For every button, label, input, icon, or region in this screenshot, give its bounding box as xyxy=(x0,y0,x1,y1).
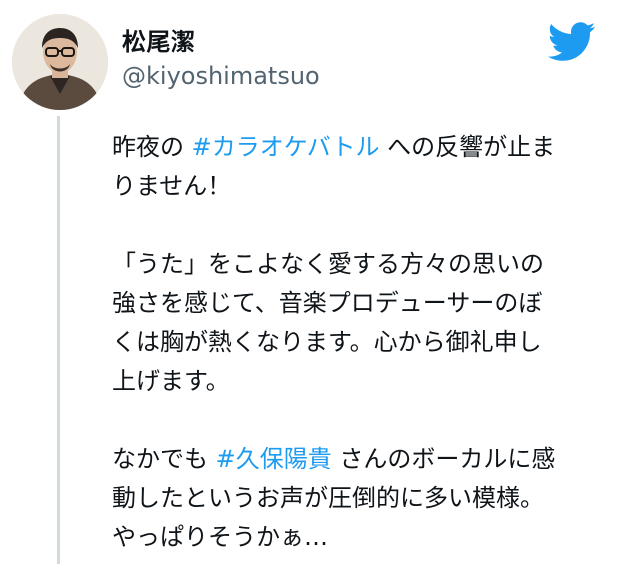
twitter-bird-icon[interactable] xyxy=(547,22,596,62)
text-line: 動したというお声が圧倒的に多い模様。 xyxy=(112,484,544,512)
avatar-photo xyxy=(12,14,108,110)
text-line: なかでも #久保陽貴 さんのボーカルに感 xyxy=(112,440,602,479)
text-line: 「うた」をこよなく愛する方々の思いの xyxy=(112,250,544,278)
tweet-card: 松尾潔 @kiyoshimatsuo 昨夜の #カラオケバトル への反響が止ま … xyxy=(0,0,641,564)
text-line: 上げます。 xyxy=(112,367,230,395)
text-line: やっぱりそうかぁ… xyxy=(112,523,328,551)
tweet-text: 昨夜の #カラオケバトル への反響が止ま りません！ 「うた」をこよなく愛する方… xyxy=(112,128,602,557)
display-name[interactable]: 松尾潔 xyxy=(122,22,196,57)
text-segment: なかでも xyxy=(112,445,216,473)
thread-line xyxy=(57,116,60,564)
text-line: 昨夜の #カラオケバトル への反響が止ま xyxy=(112,128,602,167)
hashtag-link[interactable]: #カラオケバトル xyxy=(192,133,380,161)
text-segment: 昨夜の xyxy=(112,133,192,161)
text-segment: さんのボーカルに感 xyxy=(331,445,556,473)
text-segment: への反響が止ま xyxy=(379,133,556,161)
text-line: 強さを感じて、音楽プロデューサーのぼ xyxy=(112,289,543,317)
text-line: りません！ xyxy=(112,172,232,200)
avatar[interactable] xyxy=(12,14,108,110)
text-line: くは胸が熱くなります。心から御礼申し xyxy=(112,328,542,356)
handle[interactable]: @kiyoshimatsuo xyxy=(122,62,320,90)
hashtag-link[interactable]: #久保陽貴 xyxy=(216,445,332,473)
